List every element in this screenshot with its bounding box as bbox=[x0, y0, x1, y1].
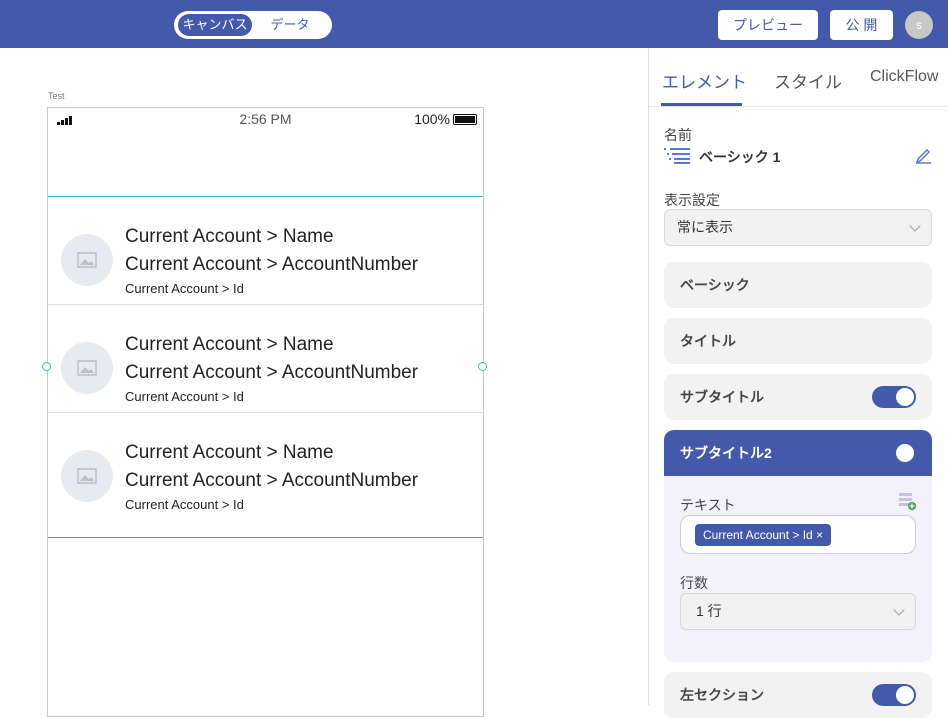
visibility-label: 表示設定 bbox=[664, 192, 720, 208]
status-bar: 2:56 PM 100% bbox=[48, 108, 483, 130]
section-label: タイトル bbox=[680, 333, 736, 349]
item-title: Current Account > Name bbox=[125, 226, 334, 247]
text-field[interactable]: Current Account > Id × bbox=[680, 515, 916, 554]
remove-tag-icon[interactable]: × bbox=[816, 528, 823, 542]
properties-panel: エレメント スタイル ClickFlow 名前 ベーシック 1 表示設定 常に表… bbox=[648, 48, 948, 718]
list-item[interactable]: Current Account > Name Current Account >… bbox=[48, 305, 483, 413]
tab-data[interactable]: データ bbox=[260, 14, 320, 36]
subtitle2-toggle[interactable] bbox=[872, 442, 916, 464]
tab-element[interactable]: エレメント bbox=[662, 68, 747, 93]
list-item[interactable]: Current Account > Name Current Account >… bbox=[48, 413, 483, 521]
image-placeholder-icon bbox=[61, 342, 113, 394]
tab-style[interactable]: スタイル bbox=[774, 68, 842, 93]
field-tag-label: Current Account > Id bbox=[703, 528, 813, 542]
tab-divider bbox=[649, 106, 948, 107]
publish-button[interactable]: 公 開 bbox=[830, 10, 893, 40]
phone-screen[interactable]: 2:56 PM 100% Current Account > Name Curr… bbox=[47, 107, 484, 717]
item-subtitle: Current Account > AccountNumber bbox=[125, 362, 419, 383]
image-placeholder-icon bbox=[61, 450, 113, 502]
list-bottom-border bbox=[48, 537, 483, 538]
item-subtitle: Current Account > AccountNumber bbox=[125, 470, 419, 491]
avatar[interactable]: s bbox=[905, 11, 933, 39]
lines-label: 行数 bbox=[680, 575, 708, 591]
section-title[interactable]: タイトル bbox=[664, 318, 932, 364]
item-title: Current Account > Name bbox=[125, 442, 334, 463]
section-basic[interactable]: ベーシック bbox=[664, 262, 932, 308]
name-label: 名前 bbox=[664, 127, 692, 143]
mode-switch: キャンバス データ bbox=[174, 11, 332, 39]
section-label: サブタイトル bbox=[680, 389, 764, 405]
section-label: サブタイトル2 bbox=[680, 445, 772, 461]
item-subtitle: Current Account > AccountNumber bbox=[125, 254, 419, 275]
tab-clickflow[interactable]: ClickFlow bbox=[870, 68, 938, 86]
section-subtitle2-header[interactable]: サブタイトル2 bbox=[664, 430, 932, 476]
list-icon bbox=[664, 148, 690, 164]
edit-icon[interactable] bbox=[914, 146, 932, 164]
section-left[interactable]: 左セクション bbox=[664, 672, 932, 718]
chevron-down-icon bbox=[893, 604, 905, 616]
subtitle-toggle[interactable] bbox=[872, 386, 916, 408]
resize-handle-left[interactable] bbox=[42, 362, 51, 371]
field-tag: Current Account > Id × bbox=[695, 524, 832, 546]
text-label: テキスト bbox=[680, 497, 736, 513]
add-field-icon[interactable] bbox=[899, 493, 917, 511]
section-label: 左セクション bbox=[680, 687, 764, 703]
lines-select[interactable]: 1 行 bbox=[680, 593, 916, 630]
list-item[interactable]: Current Account > Name Current Account >… bbox=[48, 197, 483, 305]
left-section-toggle[interactable] bbox=[872, 684, 916, 706]
lines-value: 1 行 bbox=[696, 603, 722, 619]
item-subtitle2: Current Account > Id bbox=[125, 389, 244, 404]
section-label: ベーシック bbox=[680, 277, 750, 293]
image-placeholder-icon bbox=[61, 234, 113, 286]
preview-button[interactable]: プレビュー bbox=[718, 10, 818, 40]
battery-percent: 100% bbox=[414, 111, 450, 127]
visibility-select[interactable]: 常に表示 bbox=[664, 209, 932, 246]
top-bar: キャンバス データ プレビュー 公 開 s bbox=[0, 0, 948, 48]
tab-canvas[interactable]: キャンバス bbox=[178, 14, 252, 36]
section-subtitle2: サブタイトル2 テキスト Current Account > Id × 行数 1… bbox=[664, 430, 932, 662]
screen-name: Test bbox=[48, 91, 65, 101]
item-title: Current Account > Name bbox=[125, 334, 334, 355]
item-subtitle2: Current Account > Id bbox=[125, 497, 244, 512]
chevron-down-icon bbox=[909, 220, 921, 232]
section-subtitle[interactable]: サブタイトル bbox=[664, 374, 932, 420]
resize-handle-right[interactable] bbox=[478, 362, 487, 371]
element-name: ベーシック 1 bbox=[699, 149, 781, 165]
item-subtitle2: Current Account > Id bbox=[125, 281, 244, 296]
visibility-value: 常に表示 bbox=[677, 219, 733, 235]
battery-icon bbox=[453, 113, 477, 125]
